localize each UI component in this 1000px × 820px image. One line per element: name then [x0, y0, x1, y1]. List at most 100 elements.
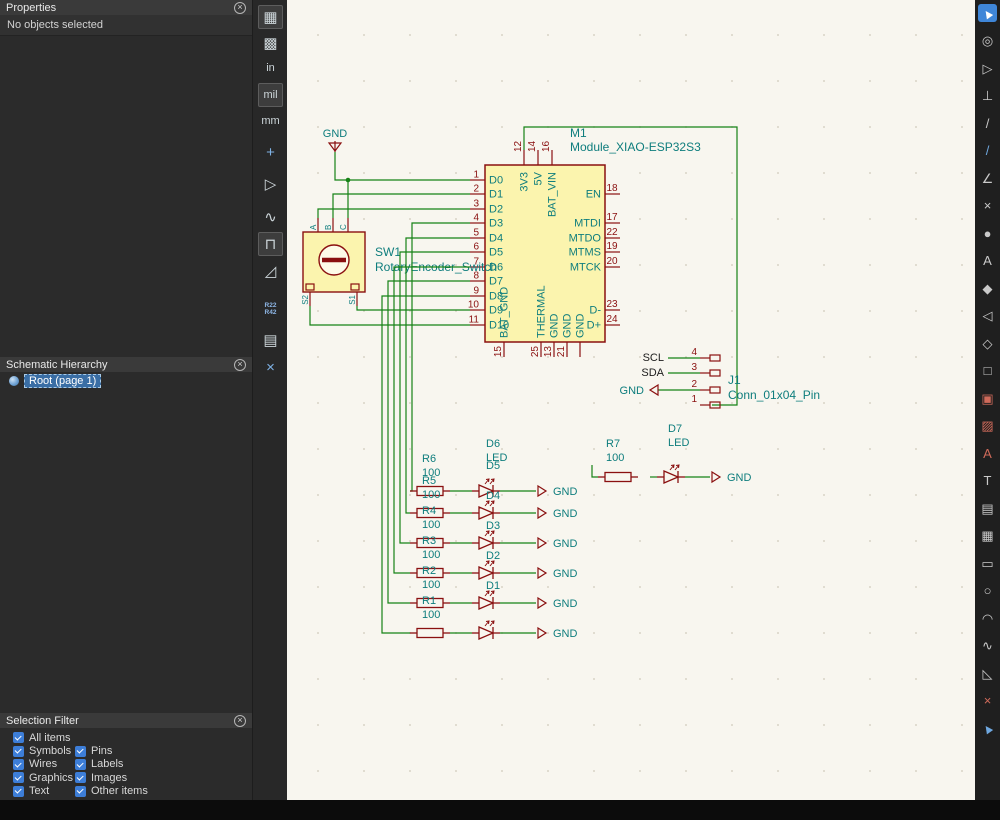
pin-number[interactable]: 9	[473, 286, 479, 297]
pin-name[interactable]: 3V3	[519, 172, 531, 192]
hierarchy-root-item[interactable]: Root (page 1)	[9, 373, 102, 388]
delete-tool-button[interactable]: ×	[978, 692, 997, 710]
connector-reference[interactable]: J1	[728, 373, 741, 387]
gnd-power-symbol[interactable]	[537, 626, 548, 640]
pin-number[interactable]: 17	[606, 212, 618, 223]
pin-number[interactable]: 15	[493, 346, 504, 358]
pin-name[interactable]: D1	[489, 189, 503, 201]
pin-name[interactable]: S1	[348, 294, 357, 304]
pin-name[interactable]: GND	[575, 314, 587, 339]
grid-settings-button[interactable]: ▦	[258, 5, 283, 29]
pin-name[interactable]: D0	[489, 175, 503, 187]
wire-to-bus-entry-button[interactable]: ∠	[978, 169, 997, 187]
add-power-port-button[interactable]: ⊥	[978, 87, 997, 105]
pin-name[interactable]: S2	[301, 294, 310, 304]
led-symbol[interactable]	[472, 620, 500, 640]
gnd-power-symbol[interactable]	[537, 484, 548, 498]
no-connect-button[interactable]: ×	[978, 197, 997, 215]
pin-name[interactable]: D3	[489, 218, 503, 230]
pin-name[interactable]: 5V	[533, 171, 545, 185]
text-variable-button[interactable]: A	[978, 444, 997, 462]
checkbox-checked-icon[interactable]	[13, 772, 24, 784]
power-label[interactable]: GND	[553, 568, 578, 580]
resistor-symbol[interactable]	[416, 627, 444, 639]
led-symbol[interactable]	[657, 464, 685, 484]
add-bus-button[interactable]: /	[978, 142, 997, 160]
pin-name[interactable]: MTDO	[569, 233, 602, 245]
wire[interactable]	[309, 306, 470, 326]
power-label[interactable]: GND	[553, 628, 578, 640]
pin-number[interactable]: 6	[473, 242, 479, 253]
pin-number[interactable]: 23	[606, 299, 618, 310]
annotate-button[interactable]: R22 R42	[258, 297, 283, 321]
bezier-button[interactable]: ∿	[978, 637, 997, 655]
pin-number[interactable]: 25	[530, 346, 541, 358]
filter-checkbox-pins[interactable]: Pins	[75, 745, 112, 757]
text-button[interactable]: T	[978, 472, 997, 490]
close-icon[interactable]: ×	[234, 1, 246, 14]
sim-step-button[interactable]: ⊓	[258, 232, 283, 256]
resistor-symbol[interactable]	[604, 471, 632, 483]
checkbox-checked-icon[interactable]	[75, 772, 86, 784]
led-reference[interactable]: D3	[486, 520, 500, 532]
pin-number[interactable]: 20	[606, 256, 618, 267]
led-reference[interactable]: D7	[668, 423, 682, 435]
pin-name[interactable]: MTCK	[570, 262, 602, 274]
encoder-reference[interactable]: SW1	[375, 245, 401, 259]
highlight-net-button[interactable]: ◎	[978, 32, 997, 50]
filter-checkbox-graphics[interactable]: Graphics	[13, 772, 75, 784]
add-sheet-button[interactable]: □	[978, 362, 997, 380]
connector-value[interactable]: Conn_01x04_Pin	[728, 388, 820, 402]
power-label[interactable]: GND	[323, 128, 348, 140]
pin-name[interactable]: D7	[489, 276, 503, 288]
resistor-value[interactable]: 100	[422, 489, 440, 501]
led-reference[interactable]: D5	[486, 460, 500, 472]
net-label[interactable]: SDA	[641, 367, 664, 379]
resistor-reference[interactable]: R5	[422, 475, 436, 487]
net-label-button[interactable]: A	[978, 252, 997, 270]
pin-number[interactable]: 21	[556, 346, 567, 358]
unit-mils-button[interactable]: mil	[258, 83, 283, 107]
checkbox-checked-icon[interactable]	[13, 745, 24, 757]
filter-checkbox-images[interactable]: Images	[75, 772, 127, 784]
sim-sine-button[interactable]: ∿	[258, 205, 283, 229]
schematic-canvas[interactable]: GND M1 Module_XIAO-ESP32S3 1 D0 2 D1 3 D2 4 D3 5 D4 6…	[287, 0, 975, 800]
resistor-value[interactable]: 100	[606, 452, 624, 464]
resistor-reference[interactable]: R3	[422, 535, 436, 547]
gnd-power-symbol[interactable]	[537, 536, 548, 550]
gnd-power-symbol[interactable]	[537, 566, 548, 580]
power-label[interactable]: GND	[553, 486, 578, 498]
pin-name[interactable]: MTDI	[574, 218, 601, 230]
pin-name[interactable]: D2	[489, 204, 503, 216]
unit-mm-button[interactable]: mm	[258, 109, 283, 133]
power-label[interactable]: GND	[553, 598, 578, 610]
led-reference[interactable]: D4	[486, 490, 500, 502]
pin-number[interactable]: 11	[469, 315, 480, 326]
close-icon[interactable]: ×	[234, 714, 246, 727]
pin-number[interactable]: 10	[468, 300, 480, 311]
pin-name[interactable]: MTMS	[569, 247, 601, 259]
circle-button[interactable]: ○	[978, 582, 997, 600]
gnd-power-symbol[interactable]	[537, 506, 548, 520]
pin-number[interactable]: 12	[513, 140, 524, 152]
arc-button[interactable]: ◠	[978, 609, 997, 627]
wire[interactable]	[334, 152, 348, 181]
led-reference[interactable]: D1	[486, 580, 500, 592]
resistor-value[interactable]: 100	[422, 609, 440, 621]
resistor-value[interactable]: 100	[422, 579, 440, 591]
checkbox-checked-icon[interactable]	[13, 732, 24, 744]
drag-tool-button[interactable]: ▲	[978, 718, 997, 738]
pin-name[interactable]: GND	[549, 314, 561, 339]
pin-number[interactable]: 3	[691, 362, 697, 373]
pin-number[interactable]: 2	[473, 184, 479, 195]
pin-number[interactable]: 22	[606, 227, 618, 238]
pin-number[interactable]: 4	[691, 347, 697, 358]
pin-name[interactable]: BAT_GND	[499, 287, 511, 338]
resistor-value[interactable]: 100	[422, 549, 440, 561]
directive-label-button[interactable]: ◆	[978, 279, 997, 297]
unit-inches-button[interactable]: in	[258, 56, 283, 80]
global-label-button[interactable]: ◁	[978, 307, 997, 325]
pin-number[interactable]: 24	[606, 314, 618, 325]
schematic-drawing[interactable]: GND M1Module_XIAO-ESP32S3 1 D0 2 D1 3 D2 4 D3 5 D4 6…	[287, 0, 975, 800]
pin-number[interactable]: 19	[606, 241, 618, 252]
